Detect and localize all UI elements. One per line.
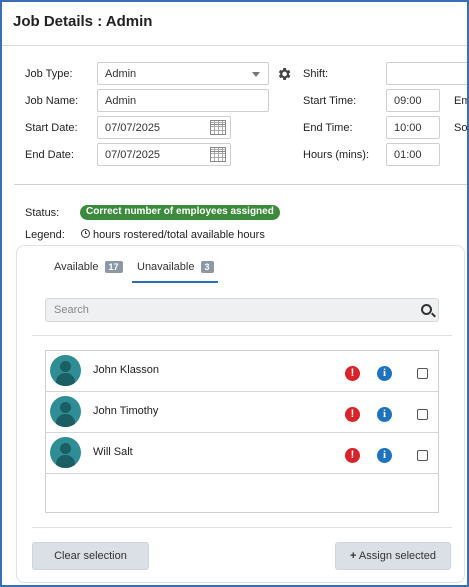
job-name-label: Job Name: xyxy=(25,95,79,107)
search-input[interactable]: Search xyxy=(45,298,439,322)
start-time-input[interactable]: 09:00 xyxy=(386,89,440,112)
shift-input[interactable] xyxy=(386,62,467,85)
start-time-value: 09:00 xyxy=(394,95,422,107)
end-date-input[interactable]: 07/07/2025 xyxy=(97,143,231,166)
page-title: Job Details : Admin xyxy=(13,13,153,30)
start-date-input[interactable]: 07/07/2025 xyxy=(97,116,231,139)
tab-available-count: 17 xyxy=(104,261,123,273)
list-item: John Timothy ! i xyxy=(46,392,438,433)
tab-available-label: Available xyxy=(54,261,99,273)
avatar xyxy=(50,355,81,386)
info-icon[interactable]: i xyxy=(377,407,392,422)
select-checkbox[interactable] xyxy=(417,450,428,461)
page-header: Job Details : Admin xyxy=(2,2,467,46)
warning-icon[interactable]: ! xyxy=(345,407,360,422)
warning-icon[interactable]: ! xyxy=(345,366,360,381)
end-time-value: 10:00 xyxy=(394,122,422,134)
info-icon[interactable]: i xyxy=(377,366,392,381)
plus-icon: + xyxy=(350,550,357,562)
job-name-input[interactable]: Admin xyxy=(97,89,269,112)
start-date-value: 07/07/2025 xyxy=(105,122,161,134)
clear-selection-button[interactable]: Clear selection xyxy=(32,542,149,570)
search-icon[interactable] xyxy=(421,304,432,315)
employee-list: John Klasson ! i John Timothy ! i Will S… xyxy=(45,350,439,513)
job-name-value: Admin xyxy=(105,95,137,107)
legend-label: Legend: xyxy=(25,229,65,241)
job-details-window: Job Details : Admin Job Type: Admin Job … xyxy=(0,0,469,587)
tab-available[interactable]: Available 17 xyxy=(54,261,123,273)
start-time-label: Start Time: xyxy=(303,95,357,107)
gear-icon[interactable] xyxy=(276,66,292,82)
assign-selected-button[interactable]: + Assign selected xyxy=(335,542,451,570)
calendar-icon[interactable] xyxy=(210,147,226,162)
job-type-value: Admin xyxy=(105,68,137,80)
select-checkbox[interactable] xyxy=(417,409,428,420)
search-placeholder: Search xyxy=(54,304,89,316)
active-tab-indicator xyxy=(132,281,218,283)
employee-name: John Klasson xyxy=(93,364,160,376)
end-date-value: 07/07/2025 xyxy=(105,149,161,161)
job-type-label: Job Type: xyxy=(25,68,73,80)
shift-label: Shift: xyxy=(303,68,329,80)
clock-icon xyxy=(81,229,90,238)
calendar-icon[interactable] xyxy=(210,120,226,135)
employees-label-truncated: Em xyxy=(454,95,469,107)
hours-input[interactable]: 01:00 xyxy=(386,143,440,166)
tab-unavailable-label: Unavailable xyxy=(137,261,195,273)
legend-text: hours rostered/total available hours xyxy=(93,229,265,241)
avatar xyxy=(50,437,81,468)
tab-unavailable-count: 3 xyxy=(200,261,214,273)
warning-icon[interactable]: ! xyxy=(345,448,360,463)
list-divider xyxy=(32,335,452,336)
employee-name: Will Salt xyxy=(93,446,133,458)
list-item: Will Salt ! i xyxy=(46,433,438,474)
assign-selected-label: Assign selected xyxy=(358,550,436,562)
end-date-label: End Date: xyxy=(25,149,74,161)
hours-label: Hours (mins): xyxy=(303,149,370,161)
end-time-input[interactable]: 10:00 xyxy=(386,116,440,139)
list-item: John Klasson ! i xyxy=(46,351,438,392)
status-badge: Correct number of employees assigned xyxy=(80,205,280,220)
tab-unavailable[interactable]: Unavailable 3 xyxy=(137,261,214,273)
end-time-label: End Time: xyxy=(303,122,353,134)
job-type-select[interactable]: Admin xyxy=(97,62,269,85)
hours-value: 01:00 xyxy=(394,149,422,161)
chevron-down-icon xyxy=(252,72,260,77)
start-date-label: Start Date: xyxy=(25,122,78,134)
select-checkbox[interactable] xyxy=(417,368,428,379)
info-icon[interactable]: i xyxy=(377,448,392,463)
sort-label-truncated: So xyxy=(454,122,468,134)
employee-name: John Timothy xyxy=(93,405,159,417)
avatar xyxy=(50,396,81,427)
status-label: Status: xyxy=(25,207,60,219)
footer-divider xyxy=(32,527,452,528)
section-divider xyxy=(14,184,467,185)
